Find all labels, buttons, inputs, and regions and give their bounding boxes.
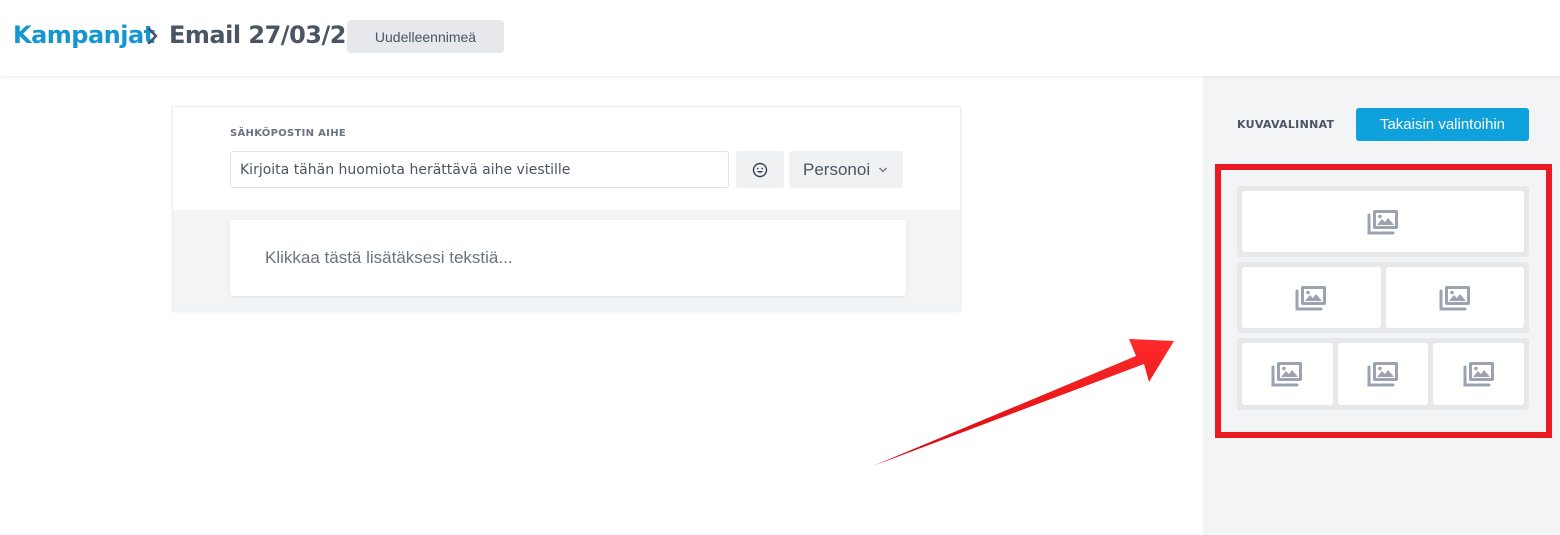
image-layout-two-columns[interactable] [1237, 262, 1529, 333]
image-icon [1367, 362, 1398, 387]
personalize-dropdown[interactable]: Personoi [789, 151, 903, 188]
image-layout-list [1237, 186, 1529, 415]
chevron-right-icon [147, 27, 158, 45]
rename-button[interactable]: Uudelleennimeä [347, 20, 504, 53]
image-layout-three-columns[interactable] [1237, 338, 1529, 410]
image-slot [1242, 191, 1524, 252]
subject-input[interactable] [230, 151, 729, 188]
image-icon [1295, 285, 1327, 310]
image-slot [1385, 267, 1524, 328]
email-editor: SÄHKÖPOSTIN AIHE Personoi Klikkaa tästä … [172, 106, 961, 311]
subject-section: SÄHKÖPOSTIN AIHE Personoi [173, 107, 960, 210]
top-bar: Kampanjat Email 27/03/25 Uudelleennimeä [0, 0, 1560, 76]
image-layout-one-column[interactable] [1237, 186, 1529, 257]
text-block[interactable]: Klikkaa tästä lisätäksesi tekstiä... [230, 220, 906, 296]
emoji-button[interactable] [736, 151, 784, 188]
image-slot [1433, 343, 1525, 405]
page-title: Email 27/03/25 [169, 21, 363, 49]
image-icon [1439, 285, 1470, 310]
image-icon [1463, 362, 1494, 387]
image-icon [1367, 209, 1398, 234]
personalize-label: Personoi [803, 159, 871, 179]
back-to-options-button[interactable]: Takaisin valintoihin [1356, 108, 1529, 141]
image-options-panel: KUVAVALINNAT Takaisin valintoihin [1203, 76, 1560, 535]
content-area: Klikkaa tästä lisätäksesi tekstiä... [173, 210, 960, 310]
image-slot [1337, 343, 1429, 405]
image-slot [1242, 343, 1333, 405]
chevron-down-icon [879, 167, 888, 172]
emoji-icon [752, 162, 768, 177]
image-slot [1242, 267, 1381, 328]
image-icon [1271, 362, 1303, 387]
panel-title: KUVAVALINNAT [1237, 118, 1335, 131]
breadcrumb-campaigns-link[interactable]: Kampanjat [13, 21, 155, 49]
subject-label: SÄHKÖPOSTIN AIHE [230, 128, 346, 139]
